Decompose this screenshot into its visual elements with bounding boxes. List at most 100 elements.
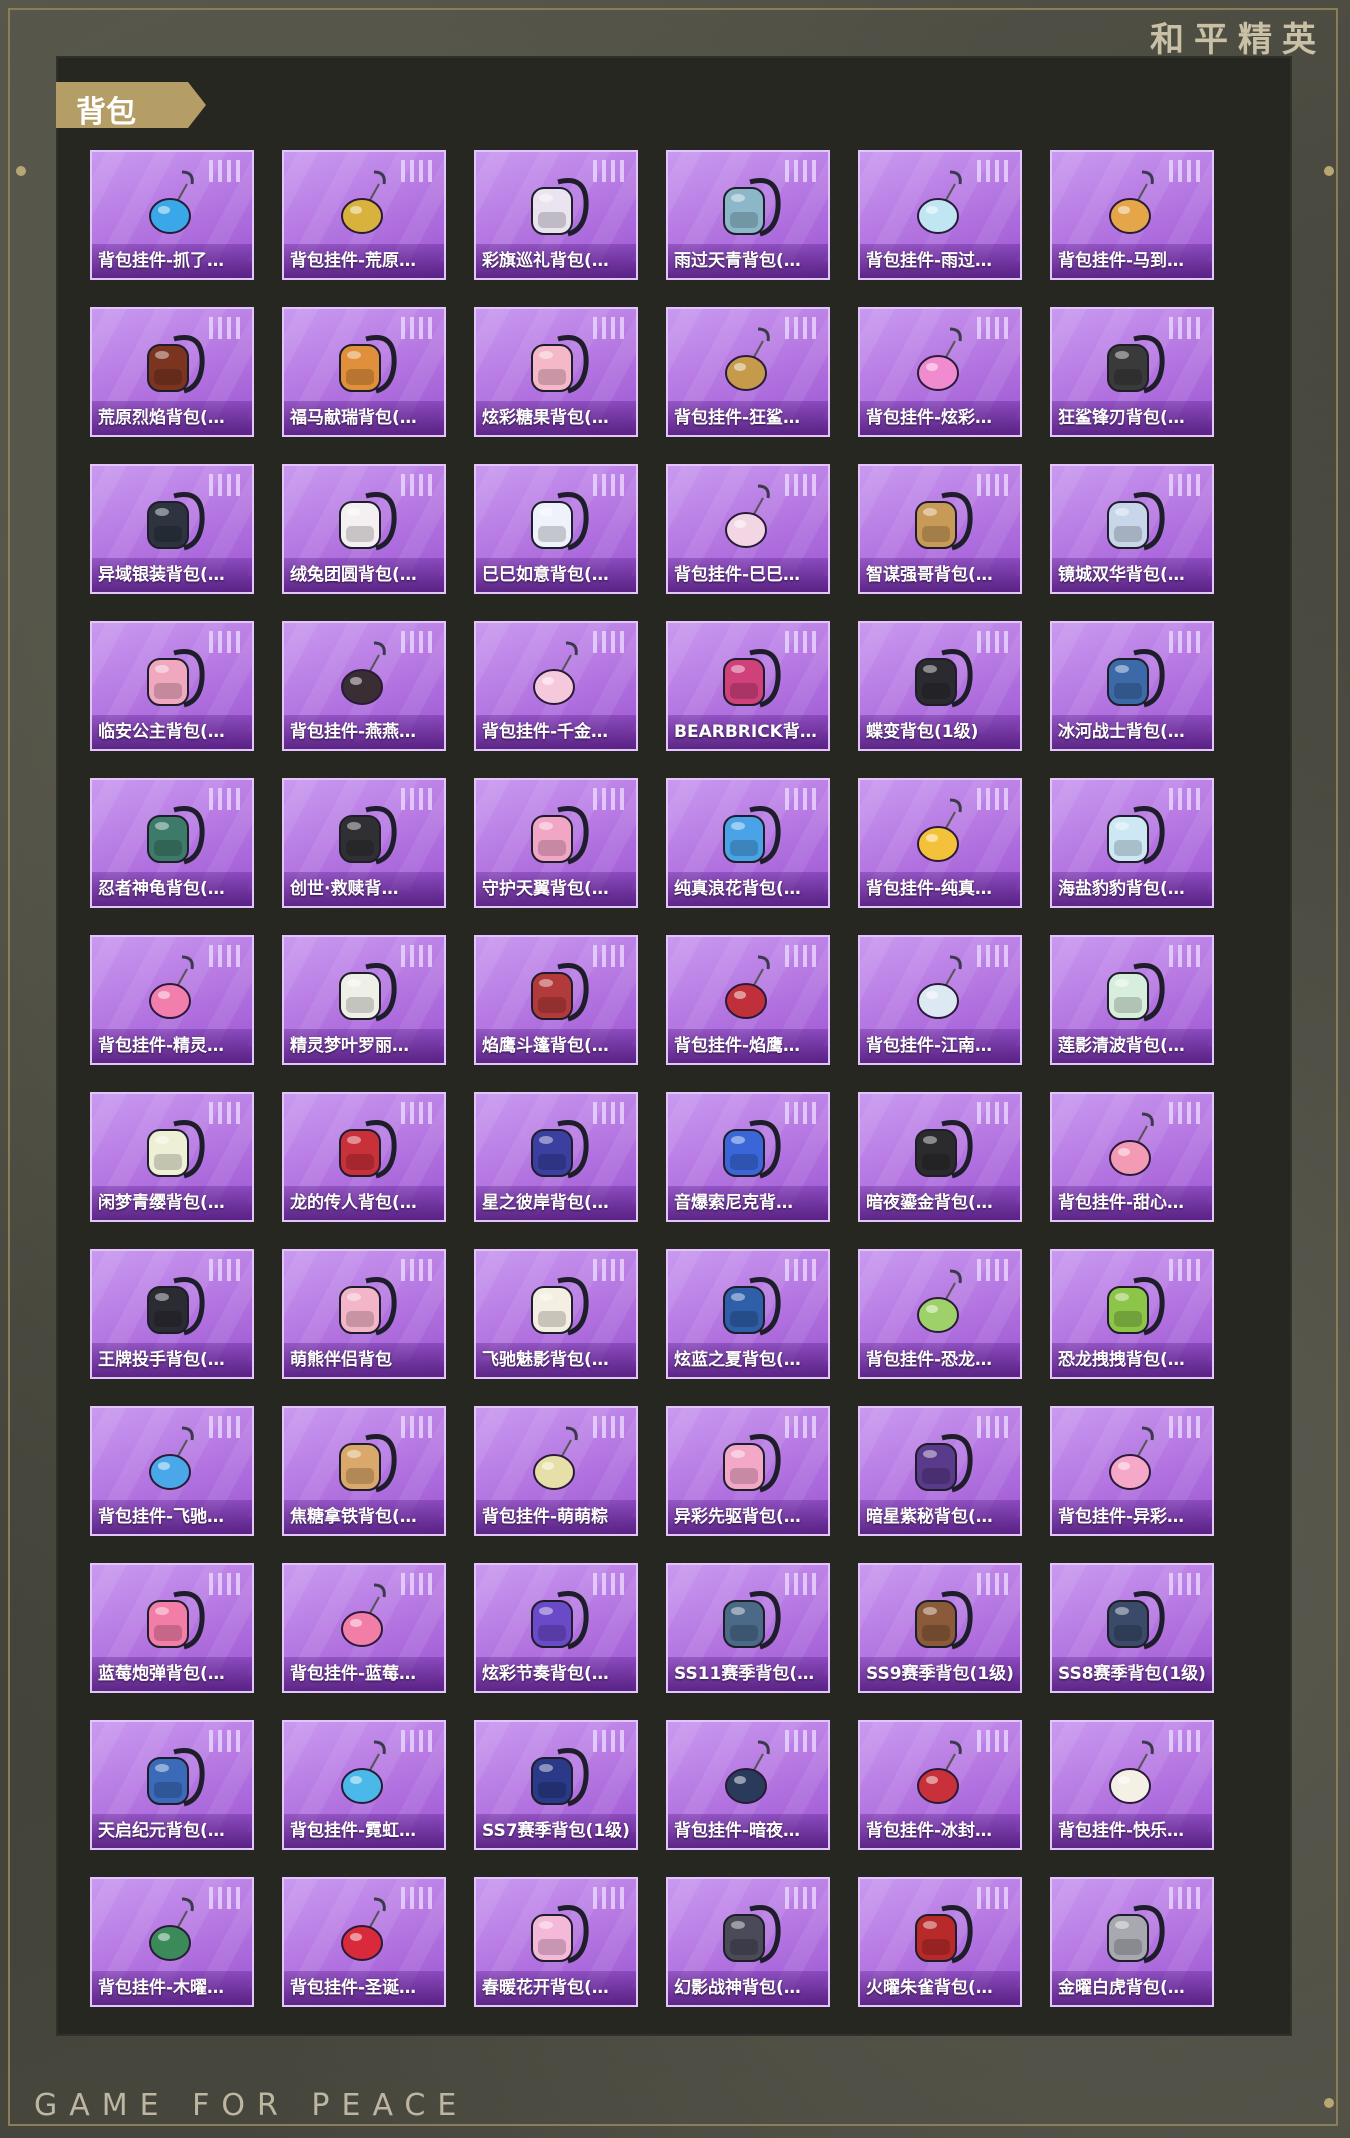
- quality-bars: [785, 788, 816, 810]
- item-name: 背包挂件-萌萌粽: [476, 1500, 636, 1534]
- item-card[interactable]: 背包挂件-荒原…: [282, 150, 446, 280]
- item-card[interactable]: 炫蓝之夏背包(…: [666, 1249, 830, 1379]
- item-card[interactable]: 狂鲨锋刃背包(…: [1050, 307, 1214, 437]
- item-card[interactable]: 莲影清波背包(…: [1050, 935, 1214, 1065]
- item-card[interactable]: 火曜朱雀背包(…: [858, 1877, 1022, 2007]
- item-card[interactable]: 背包挂件-圣诞…: [282, 1877, 446, 2007]
- item-card[interactable]: 守护天翼背包(…: [474, 778, 638, 908]
- item-card[interactable]: 镜城双华背包(…: [1050, 464, 1214, 594]
- item-card[interactable]: 异彩先驱背包(…: [666, 1406, 830, 1536]
- item-card[interactable]: 恐龙拽拽背包(…: [1050, 1249, 1214, 1379]
- item-card[interactable]: 天启纪元背包(…: [90, 1720, 254, 1850]
- item-name: 背包挂件-木曜…: [92, 1971, 252, 2005]
- quality-bars: [977, 1573, 1008, 1595]
- item-card[interactable]: SS7赛季背包(1级): [474, 1720, 638, 1850]
- item-name: SS11赛季背包(…: [668, 1657, 828, 1691]
- item-name: BEARBRICK背…: [668, 715, 828, 749]
- quality-bars: [209, 474, 240, 496]
- item-card[interactable]: 雨过天青背包(…: [666, 150, 830, 280]
- item-card[interactable]: 背包挂件-焰鹰…: [666, 935, 830, 1065]
- item-card[interactable]: 龙的传人背包(…: [282, 1092, 446, 1222]
- quality-bars: [1169, 160, 1200, 182]
- item-card[interactable]: 音爆索尼克背…: [666, 1092, 830, 1222]
- item-card[interactable]: 飞驰魅影背包(…: [474, 1249, 638, 1379]
- item-card[interactable]: 背包挂件-异彩…: [1050, 1406, 1214, 1536]
- dino-egg-charm-icon: [900, 1267, 980, 1343]
- rollerskate-charm-icon: [1092, 1424, 1172, 1500]
- item-card[interactable]: 创世·救赎背…: [282, 778, 446, 908]
- item-card[interactable]: 焦糖拿铁背包(…: [282, 1406, 446, 1536]
- item-card[interactable]: SS9赛季背包(1级): [858, 1563, 1022, 1693]
- item-card[interactable]: 彩旗巡礼背包(…: [474, 150, 638, 280]
- item-card[interactable]: 背包挂件-燕燕…: [282, 621, 446, 751]
- item-name: 背包挂件-千金…: [476, 715, 636, 749]
- quality-bars: [401, 474, 432, 496]
- item-card[interactable]: SS8赛季背包(1级): [1050, 1563, 1214, 1693]
- item-card[interactable]: 王牌投手背包(…: [90, 1249, 254, 1379]
- item-card[interactable]: 金曜白虎背包(…: [1050, 1877, 1214, 2007]
- item-card[interactable]: 忍者神龟背包(…: [90, 778, 254, 908]
- item-card[interactable]: BEARBRICK背…: [666, 621, 830, 751]
- item-name: 忍者神龟背包(…: [92, 872, 252, 906]
- item-card[interactable]: 萌熊伴侣背包: [282, 1249, 446, 1379]
- item-card[interactable]: 闲梦青缨背包(…: [90, 1092, 254, 1222]
- item-card[interactable]: 背包挂件-冰封…: [858, 1720, 1022, 1850]
- item-name: 彩旗巡礼背包(…: [476, 244, 636, 278]
- item-card[interactable]: 炫彩节奏背包(…: [474, 1563, 638, 1693]
- item-card[interactable]: 荒原烈焰背包(…: [90, 307, 254, 437]
- item-card[interactable]: 背包挂件-千金…: [474, 621, 638, 751]
- fairy-purse-icon: [324, 953, 404, 1029]
- quality-bars: [209, 788, 240, 810]
- quality-bars: [593, 1573, 624, 1595]
- quality-bars: [1169, 1887, 1200, 1909]
- item-card[interactable]: 暗星紫秘背包(…: [858, 1406, 1022, 1536]
- item-card[interactable]: 临安公主背包(…: [90, 621, 254, 751]
- item-card[interactable]: 绒兔团圆背包(…: [282, 464, 446, 594]
- item-card[interactable]: 背包挂件-马到…: [1050, 150, 1214, 280]
- item-card[interactable]: 海盐豹豹背包(…: [1050, 778, 1214, 908]
- item-card[interactable]: 背包挂件-霓虹…: [282, 1720, 446, 1850]
- item-card[interactable]: 背包挂件-木曜…: [90, 1877, 254, 2007]
- item-card[interactable]: 背包挂件-巳巳…: [666, 464, 830, 594]
- quality-bars: [1169, 788, 1200, 810]
- flame-backpack-icon: [132, 325, 212, 401]
- item-card[interactable]: 背包挂件-抓了…: [90, 150, 254, 280]
- item-card[interactable]: 背包挂件-萌萌粽: [474, 1406, 638, 1536]
- item-card[interactable]: 焰鹰斗篷背包(…: [474, 935, 638, 1065]
- item-card[interactable]: 背包挂件-蓝莓…: [282, 1563, 446, 1693]
- item-card[interactable]: 智谋强哥背包(…: [858, 464, 1022, 594]
- item-card[interactable]: 精灵梦叶罗丽…: [282, 935, 446, 1065]
- item-card[interactable]: 背包挂件-雨过…: [858, 150, 1022, 280]
- item-card[interactable]: 背包挂件-江南…: [858, 935, 1022, 1065]
- item-card[interactable]: 蝶变背包(1级): [858, 621, 1022, 751]
- quality-bars: [401, 317, 432, 339]
- candy-charm-icon: [900, 325, 980, 401]
- item-card[interactable]: 背包挂件-快乐…: [1050, 1720, 1214, 1850]
- item-card[interactable]: 炫彩糖果背包(…: [474, 307, 638, 437]
- item-card[interactable]: 福马献瑞背包(…: [282, 307, 446, 437]
- item-card[interactable]: 春暖花开背包(…: [474, 1877, 638, 2007]
- item-card[interactable]: 星之彼岸背包(…: [474, 1092, 638, 1222]
- section-tab-backpack[interactable]: 背包: [56, 82, 206, 128]
- item-card[interactable]: SS11赛季背包(…: [666, 1563, 830, 1693]
- item-name: 背包挂件-炫彩…: [860, 401, 1020, 435]
- plush-bunny-icon: [324, 482, 404, 558]
- item-card[interactable]: 纯真浪花背包(…: [666, 778, 830, 908]
- item-card[interactable]: 背包挂件-精灵…: [90, 935, 254, 1065]
- item-card[interactable]: 背包挂件-飞驰…: [90, 1406, 254, 1536]
- item-card[interactable]: 巳巳如意背包(…: [474, 464, 638, 594]
- item-card[interactable]: 异域银装背包(…: [90, 464, 254, 594]
- item-card[interactable]: 背包挂件-狂鲨…: [666, 307, 830, 437]
- item-card[interactable]: 背包挂件-恐龙…: [858, 1249, 1022, 1379]
- item-card[interactable]: 背包挂件-纯真…: [858, 778, 1022, 908]
- item-card[interactable]: 冰河战士背包(…: [1050, 621, 1214, 751]
- item-name: 暗夜鎏金背包(…: [860, 1186, 1020, 1220]
- item-name: 临安公主背包(…: [92, 715, 252, 749]
- item-card[interactable]: 背包挂件-炫彩…: [858, 307, 1022, 437]
- item-card[interactable]: 蓝莓炮弹背包(…: [90, 1563, 254, 1693]
- item-card[interactable]: 背包挂件-甜心…: [1050, 1092, 1214, 1222]
- item-card[interactable]: 暗夜鎏金背包(…: [858, 1092, 1022, 1222]
- item-card[interactable]: 背包挂件-暗夜…: [666, 1720, 830, 1850]
- quality-bars: [209, 160, 240, 182]
- item-card[interactable]: 幻影战神背包(…: [666, 1877, 830, 2007]
